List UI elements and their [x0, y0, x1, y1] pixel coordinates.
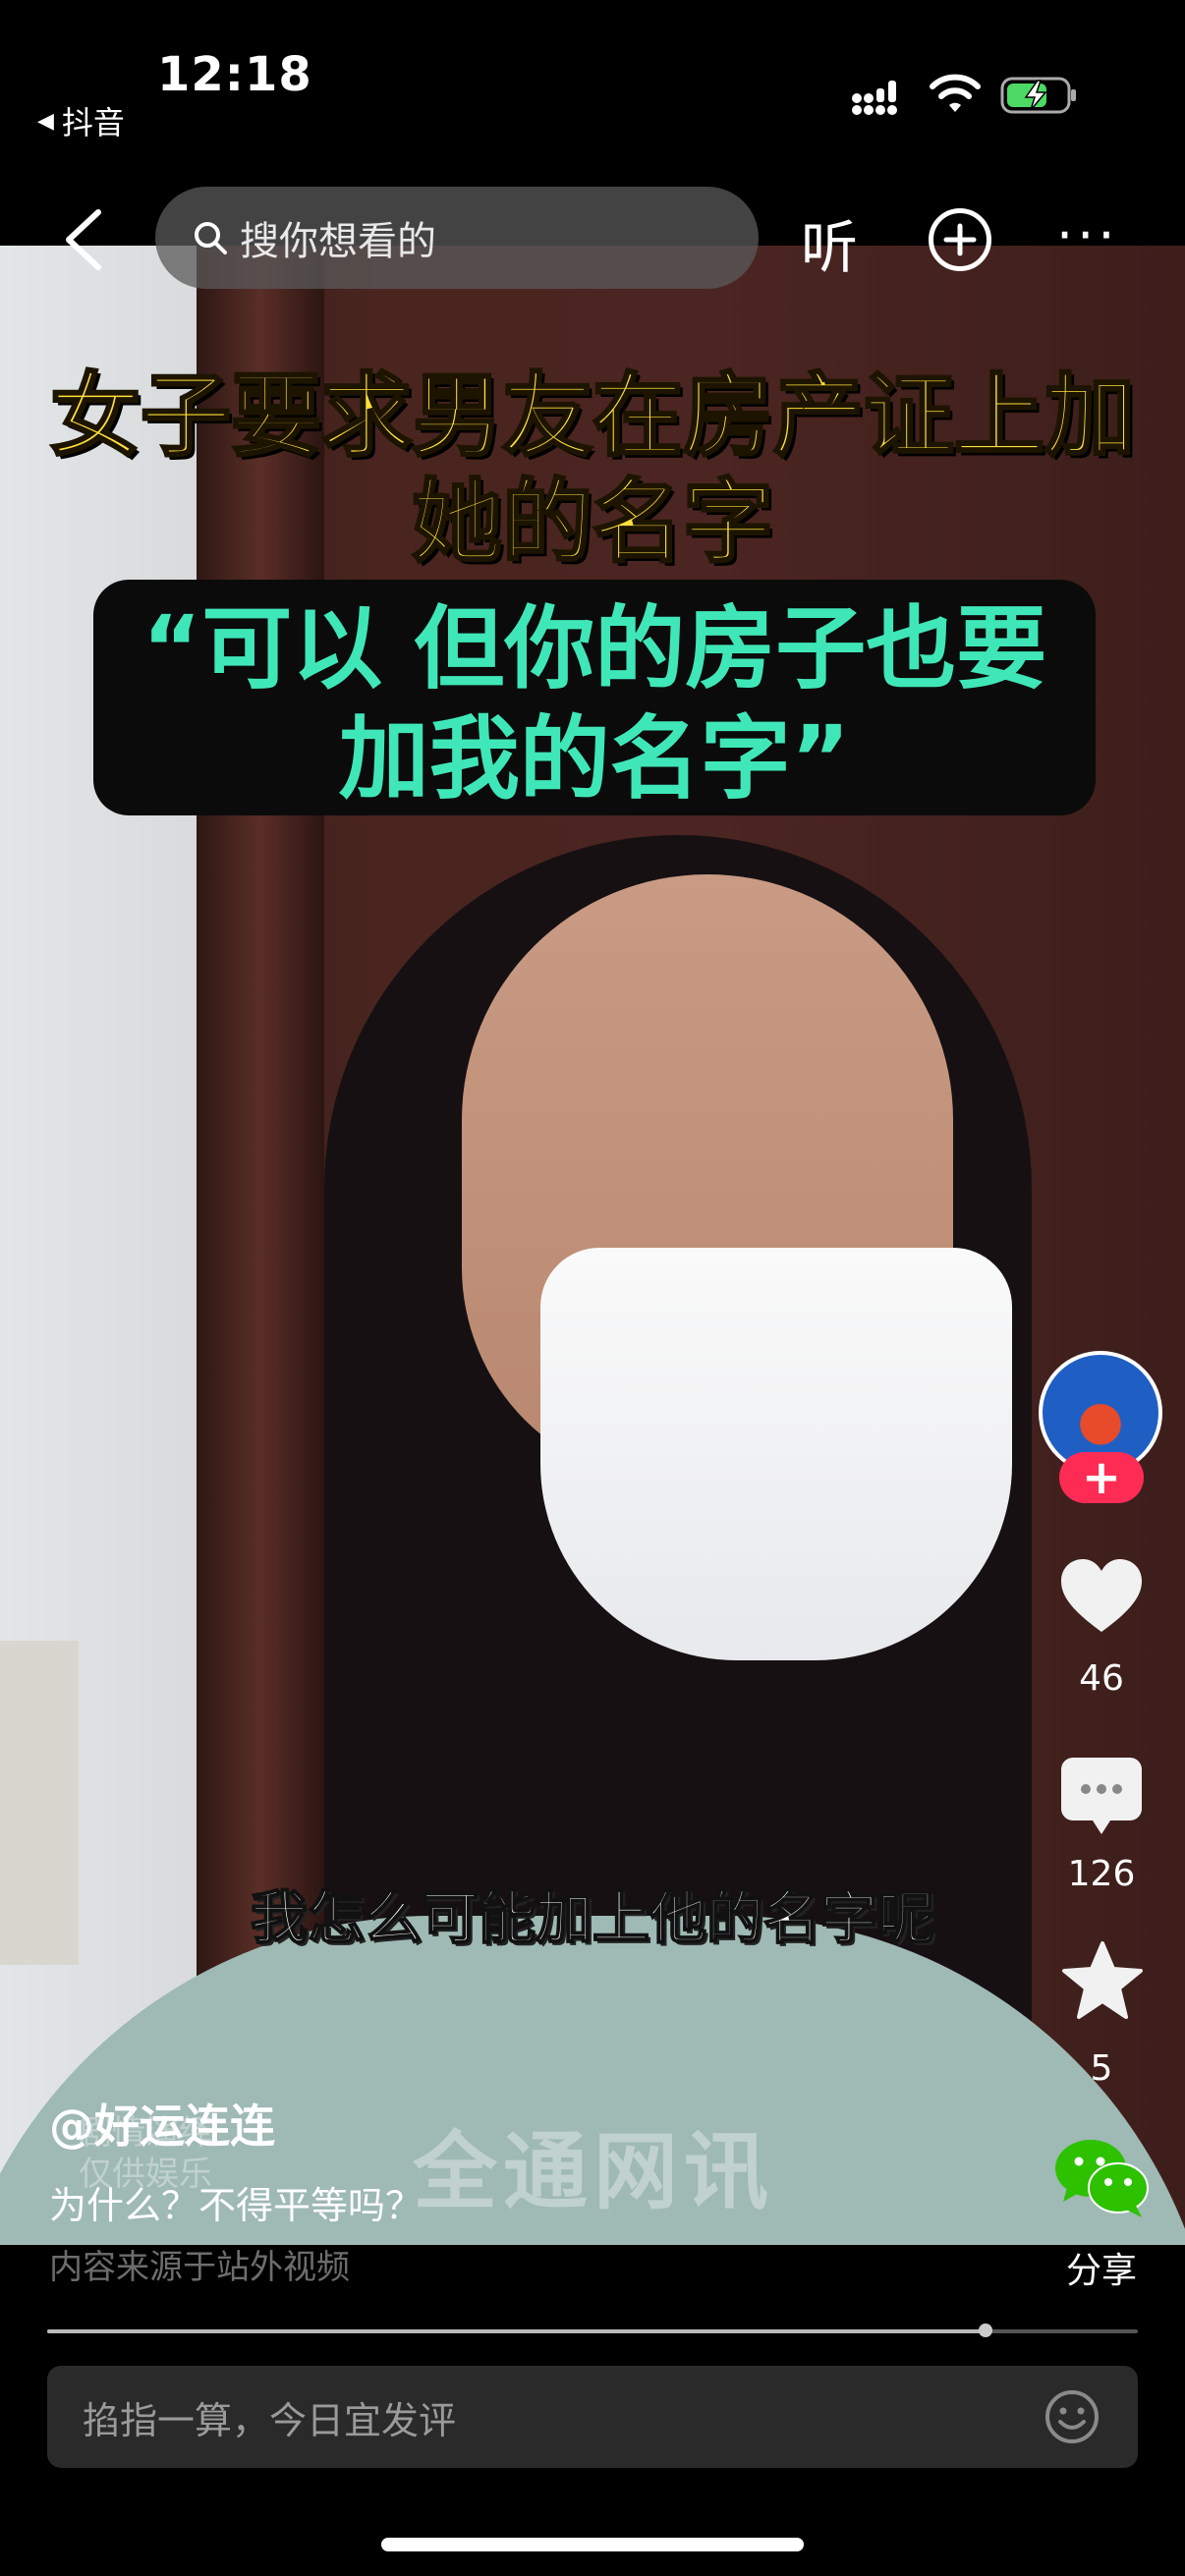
wechat-share-icon[interactable]: [1053, 2137, 1152, 2219]
like-count: 46: [1079, 1658, 1124, 1699]
search-placeholder: 搜你想看的: [240, 219, 436, 264]
video-title-line1: 女子要求男友在房产证上加: [48, 363, 1136, 471]
progress-knob[interactable]: [978, 2324, 992, 2337]
back-arrow-icon[interactable]: [59, 208, 112, 271]
video-description: 为什么？不得平等吗？: [49, 2184, 423, 2227]
progress-fill: [47, 2329, 986, 2333]
source-note: 内容来源于站外视频: [49, 2248, 350, 2287]
comment-icon[interactable]: [1059, 1754, 1144, 1838]
progress-bar[interactable]: [47, 2324, 1138, 2337]
search-icon: [195, 222, 227, 254]
quote-overlay: “可以 但你的房子也要 加我的名字”: [93, 594, 1096, 814]
video-title-overlay: 女子要求男友在房产证上加 她的名字: [29, 363, 1156, 577]
home-indicator[interactable]: [381, 2538, 804, 2551]
plus-icon: [943, 223, 977, 256]
search-input[interactable]: 搜你想看的: [155, 187, 759, 289]
quote-line1: “可以 但你的房子也要: [141, 596, 1047, 701]
heart-icon[interactable]: [1059, 1557, 1144, 1636]
comment-input[interactable]: 掐指一算，今日宜发评: [47, 2366, 1138, 2468]
add-button[interactable]: [929, 208, 991, 271]
share-label: 分享: [1065, 2251, 1137, 2291]
cellular-signal-icon: [852, 81, 897, 115]
follow-plus-icon: +: [1081, 1450, 1122, 1505]
star-icon[interactable]: [1061, 1940, 1144, 2023]
favorite-count: 5: [1090, 2048, 1113, 2089]
video-subtitle: 我怎么可能加上他的名字呢: [250, 1883, 935, 1952]
status-time: 12:18: [157, 47, 312, 102]
wifi-icon: [930, 74, 981, 112]
face-mask: [540, 1248, 1012, 1660]
listen-button[interactable]: 听: [801, 201, 858, 284]
comment-count: 126: [1067, 1854, 1136, 1894]
follow-button[interactable]: +: [1059, 1452, 1144, 1503]
battery-charging-icon: [1000, 77, 1076, 114]
quote-line2: 加我的名字”: [338, 706, 851, 812]
more-options-icon[interactable]: ···: [1056, 204, 1119, 266]
back-to-app-link[interactable]: ◀ 抖音: [37, 98, 125, 143]
back-triangle-icon: ◀: [37, 108, 54, 134]
emoji-icon[interactable]: [1044, 2388, 1100, 2445]
video-title-line2: 她的名字: [410, 469, 774, 577]
back-app-label: 抖音: [61, 104, 125, 141]
author-name[interactable]: @好运连连: [49, 2091, 275, 2156]
video-watermark: 全通网讯: [413, 2123, 774, 2221]
comment-placeholder: 掐指一算，今日宜发评: [83, 2398, 457, 2442]
